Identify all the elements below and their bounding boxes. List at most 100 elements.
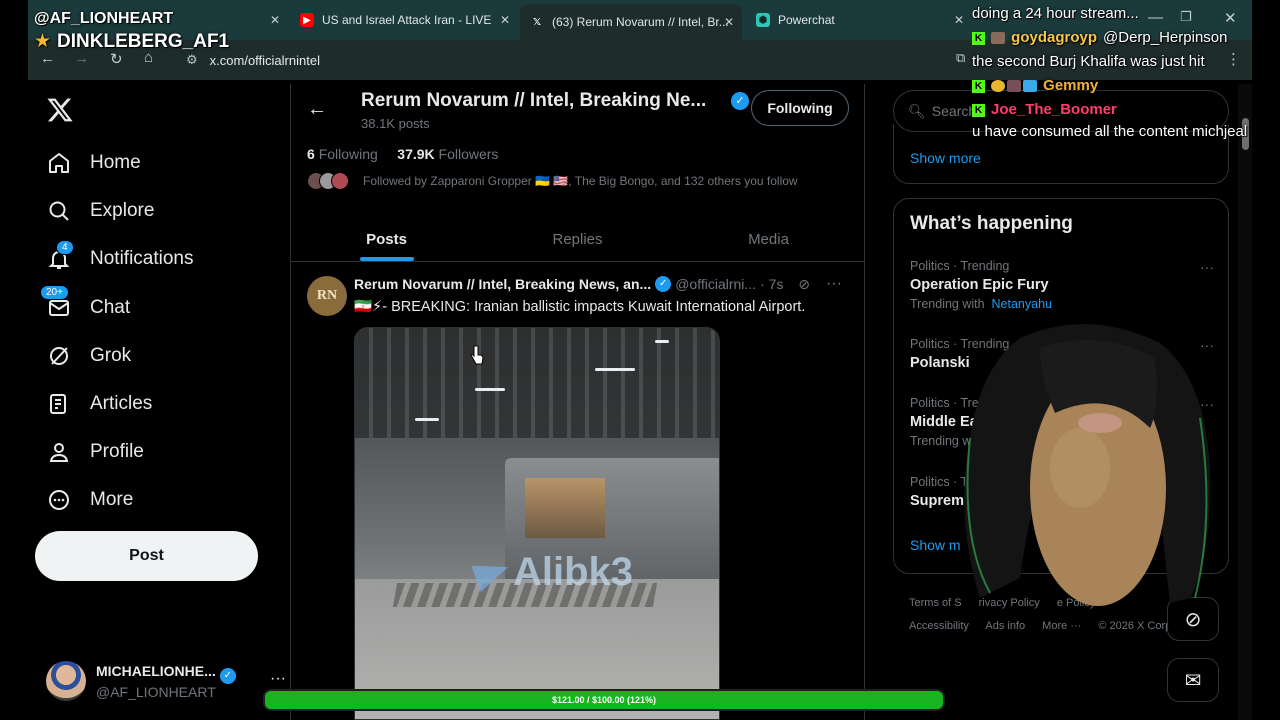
nav-label: Explore (90, 200, 155, 221)
grok-icon[interactable]: ⊘ (798, 276, 810, 293)
close-icon[interactable]: ✕ (724, 15, 734, 29)
tab-label: US and Israel Attack Iran - LIVE (322, 13, 492, 27)
section-title: What’s happening (910, 213, 1073, 234)
footer-link[interactable]: More ··· (1042, 620, 1081, 632)
tweet-author[interactable]: Rerum Novarum // Intel, Breaking News, a… (354, 276, 651, 292)
footer-link[interactable]: Ads info (985, 620, 1025, 632)
trend-with: Trending with Netanyahu (910, 297, 1052, 311)
account-name: MICHAELIONHE... (96, 662, 216, 679)
trend-item[interactable]: Politics · Trending Operation Epic Fury … (910, 259, 1214, 311)
person-icon (46, 439, 72, 465)
tab-label: Powerchat (778, 13, 835, 27)
kick-icon: K (972, 79, 985, 93)
post-button[interactable]: Post (35, 531, 258, 581)
trend-title: Operation Epic Fury (910, 277, 1049, 293)
tab-label: (63) Rerum Novarum // Intel, Br... (552, 15, 729, 29)
tweet-time[interactable]: · 7s (760, 276, 783, 292)
nav-notifications[interactable]: 4 Notifications (46, 239, 194, 279)
search-icon (46, 198, 72, 224)
top-donor: ★ DINKLEBERG_AF1 (34, 30, 230, 53)
hand-cursor-icon (470, 345, 484, 365)
x-logo-icon[interactable] (46, 96, 74, 124)
stream-chat-overlay: doing a 24 hour stream... K goydagroyp @D… (972, 2, 1272, 144)
nav-grok[interactable]: Grok (46, 336, 131, 376)
nav-profile[interactable]: Profile (46, 432, 144, 472)
more-circle-icon (46, 487, 72, 513)
nav-more[interactable]: More (46, 480, 133, 520)
more-dots-icon[interactable]: ··· (1200, 259, 1214, 275)
avatar[interactable]: RN (307, 276, 347, 316)
address-bar[interactable]: ⚙ x.com/officialrnintel (178, 46, 958, 74)
potato-face-overlay (964, 324, 1211, 606)
tweet-handle[interactable]: @officialrni... (675, 276, 756, 292)
follow-stats: 6 Following 37.9K Followers (307, 146, 498, 162)
chat-message: K goydagroyp @Derp_Herpinson (972, 26, 1272, 50)
notification-badge: 4 (56, 240, 74, 255)
following-link[interactable]: 6 Following (307, 146, 378, 162)
nav-home[interactable]: Home (46, 143, 141, 183)
chat-message: K Gemmy (972, 74, 1272, 98)
tab-posts[interactable]: Posts (291, 218, 482, 261)
followers-link[interactable]: 37.9K Followers (397, 146, 498, 162)
verified-badge-icon: ✓ (655, 276, 672, 292)
close-icon[interactable]: ✕ (954, 13, 964, 27)
back-arrow-icon[interactable]: ← (307, 98, 327, 121)
footer-link[interactable]: Terms of S (909, 597, 962, 609)
nav-explore[interactable]: Explore (46, 191, 154, 231)
youtube-icon: ▶ (300, 13, 314, 27)
messages-float-button[interactable]: ✉ (1167, 658, 1219, 702)
search-icon: 🔍︎ (908, 102, 926, 119)
chat-badge: 20+ (40, 285, 69, 300)
progress-text: $121.00 / $100.00 (121%) (551, 695, 657, 705)
media-light (475, 388, 505, 391)
donation-goal-bar: $121.00 / $100.00 (121%) (263, 689, 945, 711)
avatar (331, 172, 349, 190)
site-settings-icon[interactable]: ⚙ (186, 52, 198, 68)
followed-by[interactable]: Followed by Zapparoni Gropper 🇺🇦 🇺🇸, The… (307, 172, 798, 190)
more-dots-icon[interactable]: ··· (826, 275, 842, 293)
footer-link[interactable]: Accessibility (909, 620, 969, 632)
more-dots-icon[interactable]: ··· (270, 670, 286, 688)
followed-by-text: Followed by Zapparoni Gropper 🇺🇦 🇺🇸, The… (363, 174, 798, 188)
nav-label: Chat (90, 297, 131, 318)
badge-icon (1023, 80, 1037, 92)
mail-icon: ✉ (1184, 669, 1202, 692)
badge-icon (991, 32, 1005, 44)
nav-label: Home (90, 152, 141, 173)
scrollbar[interactable] (1238, 84, 1252, 720)
tab-media[interactable]: Media (673, 218, 864, 261)
page-title: Rerum Novarum // Intel, Breaking Ne... (361, 90, 707, 111)
account-switcher[interactable]: MICHAELIONHE... ✓ @AF_LIONHEART ··· (46, 656, 286, 706)
nav-label: Grok (90, 345, 132, 366)
browser-tab-3[interactable]: 𝕏 (63) Rerum Novarum // Intel, Br... ✕ (520, 4, 742, 40)
nav-chat[interactable]: 20+ Chat (40, 285, 131, 328)
chat-message-text: u have consumed all the content michjeal (972, 123, 1248, 140)
tweet-media[interactable]: Alibk3 (354, 327, 720, 720)
badge-icon (1007, 80, 1021, 92)
install-icon[interactable]: ⧉ (956, 50, 965, 66)
nav-articles[interactable]: Articles (46, 384, 152, 424)
following-button[interactable]: Following (751, 90, 849, 126)
verified-badge-icon: ✓ (219, 667, 236, 684)
close-icon[interactable]: ✕ (500, 13, 510, 27)
left-navigation: Home Explore 4 Notifications 20+ Chat Gr… (28, 84, 290, 720)
nav-label: Articles (90, 393, 153, 414)
account-handle: @AF_LIONHEART (96, 683, 216, 700)
chat-message: doing a 24 hour stream... (972, 5, 1139, 22)
powerchat-icon: ⬢ (756, 13, 770, 27)
streamer-handle: @AF_LIONHEART (34, 10, 174, 27)
close-icon[interactable]: ✕ (270, 13, 280, 27)
main-column: ← Rerum Novarum // Intel, Breaking Ne...… (290, 84, 865, 720)
trend-category: Politics · Trending (910, 259, 1010, 273)
mail-icon: 20+ (40, 285, 72, 321)
browser-tab-4[interactable]: ⬢ Powerchat ✕ (746, 6, 972, 34)
tweet-text: 🇮🇷⚡- BREAKING: Iranian ballistic impacts… (354, 299, 806, 315)
tweet[interactable]: RN Rerum Novarum // Intel, Breaking News… (291, 264, 864, 720)
show-more-link[interactable]: Show m (910, 537, 961, 553)
browser-tab-2[interactable]: ▶ US and Israel Attack Iran - LIVE ✕ (290, 6, 518, 34)
show-more-link[interactable]: Show more (910, 150, 981, 166)
bell-icon: 4 (46, 240, 74, 272)
media-ceiling (355, 328, 719, 438)
chat-message: the second Burj Khalifa was just hit (972, 53, 1205, 70)
tab-replies[interactable]: Replies (482, 218, 673, 261)
